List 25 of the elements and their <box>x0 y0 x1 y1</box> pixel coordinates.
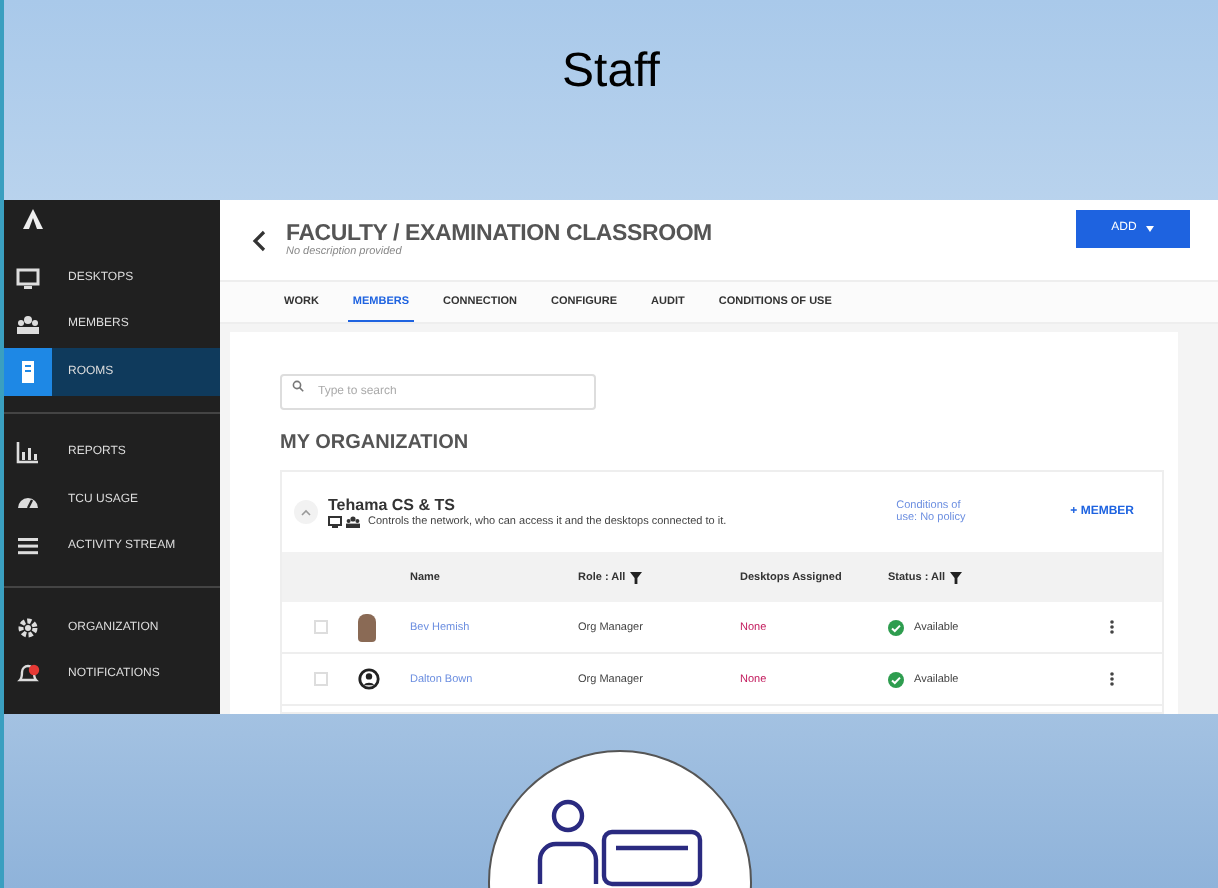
organization-name: Tehama CS & TS <box>328 496 457 514</box>
monitor-icon <box>328 516 342 528</box>
chevron-icon <box>300 508 312 516</box>
expand-toggle[interactable] <box>294 500 318 524</box>
nav-icon <box>16 662 40 687</box>
people-icon <box>346 516 360 528</box>
mountain-logo-icon <box>22 208 44 230</box>
section-title: MY ORGANIZATION <box>280 432 471 454</box>
nav-icon <box>16 534 40 559</box>
search-icon <box>292 380 304 392</box>
check-circle-icon <box>888 671 904 687</box>
check-circle-icon <box>888 619 904 635</box>
row-checkbox[interactable] <box>314 672 328 686</box>
row-checkbox[interactable] <box>314 620 328 634</box>
filter-icon[interactable] <box>629 571 642 583</box>
nav-icon <box>16 312 40 337</box>
nav-icon <box>16 440 40 465</box>
slide-title: Staff <box>562 44 660 100</box>
caret-icon <box>1146 225 1155 231</box>
page-title: FACULTY / EXAMINATION CLASSROOM <box>286 222 714 246</box>
back-icon[interactable] <box>252 229 266 251</box>
filter-icon[interactable] <box>949 571 962 583</box>
nav-icon <box>16 265 40 290</box>
nav-icon <box>16 615 40 640</box>
nav-icon <box>16 359 40 384</box>
